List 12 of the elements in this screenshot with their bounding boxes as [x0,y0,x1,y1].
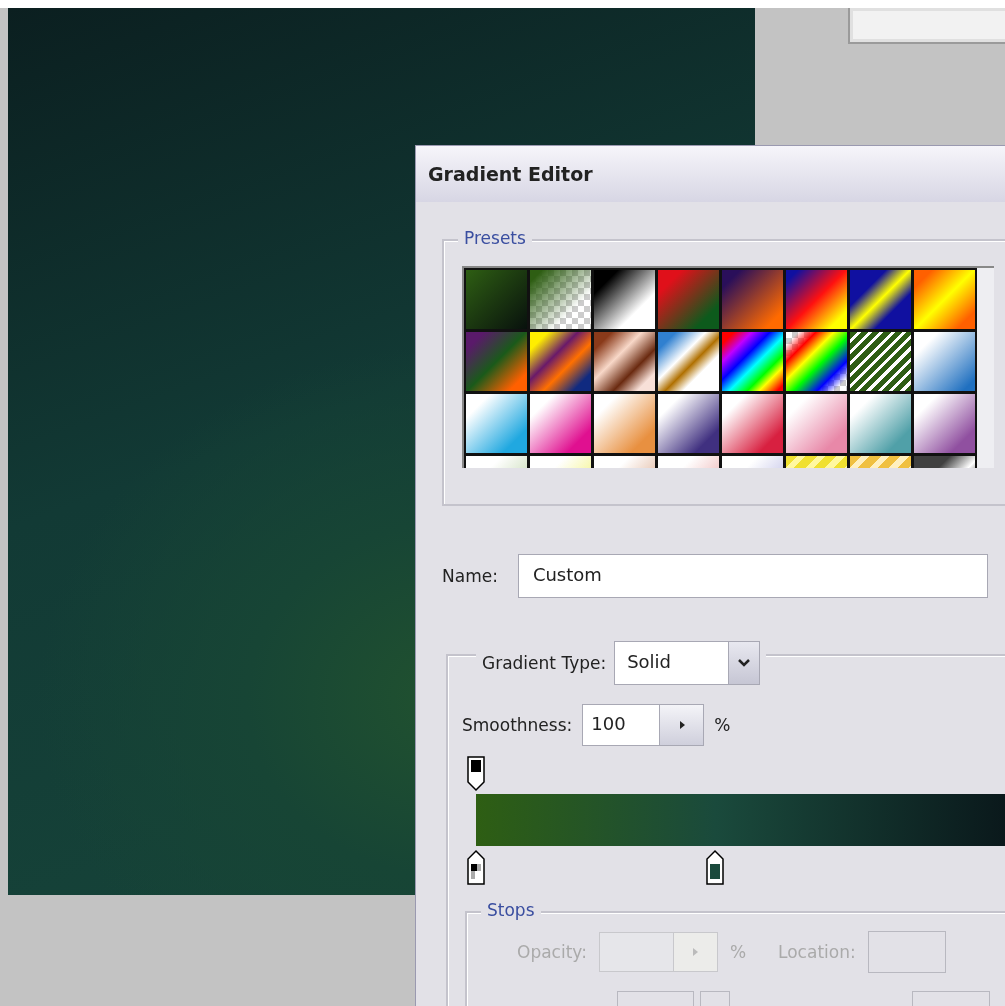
percent-label: % [729,942,747,962]
location-label: Location: [778,942,856,962]
opacity-label: Opacity: [517,942,587,962]
window-title: Gradient Editor [428,163,593,185]
percent-label: % [714,715,731,735]
name-label: Name: [442,566,498,586]
gradient-type-dropdown[interactable]: Solid [614,641,761,685]
smoothness-field[interactable]: 100 [582,704,661,746]
group-title: Stops [481,900,541,920]
smoothness-label: Smoothness: [462,715,573,735]
name-field[interactable]: Custom [517,554,988,598]
gradient-type-label: Gradient Type: [482,653,607,673]
